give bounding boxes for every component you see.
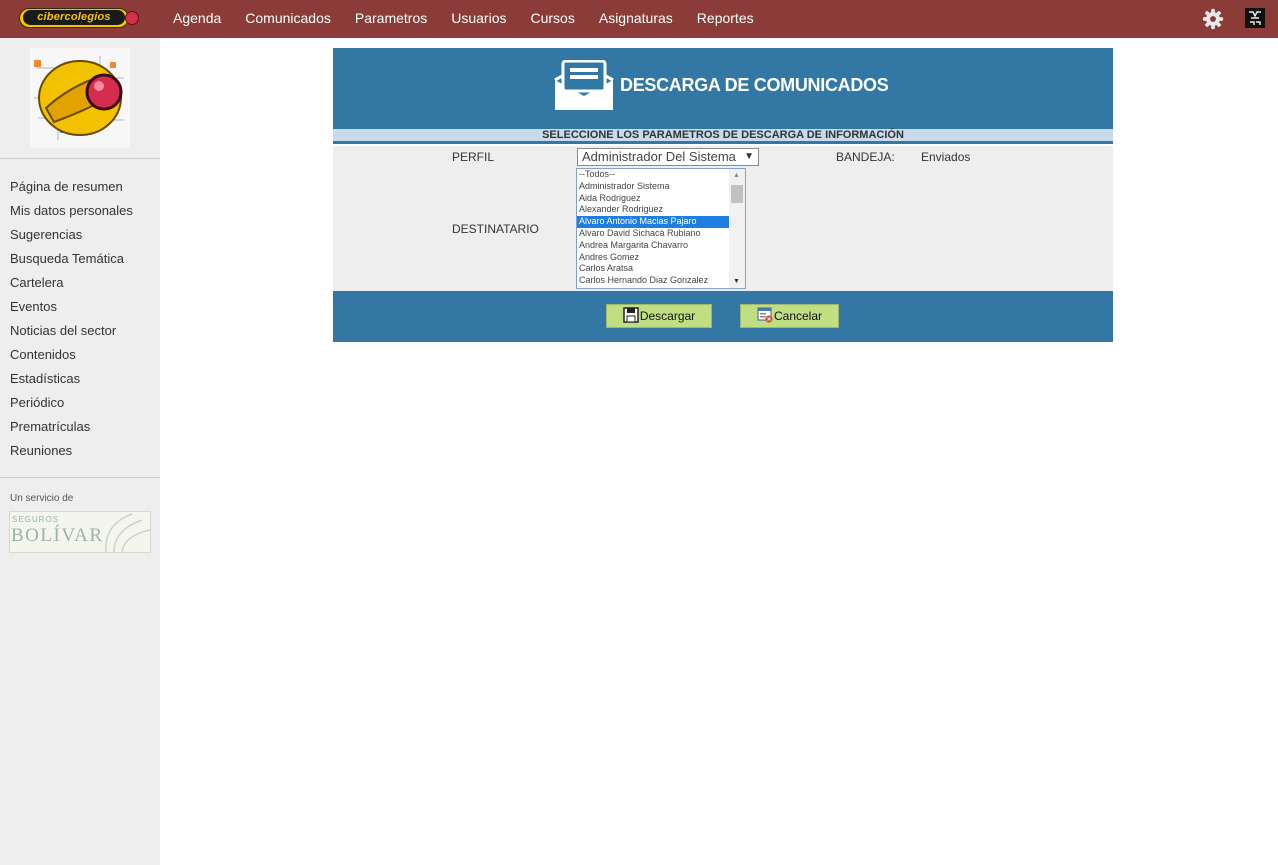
destinatario-option-selected[interactable]: Alvaro Antonio Macias Pajaro	[577, 216, 729, 228]
destinatario-option[interactable]: Carlos Aratsa	[577, 263, 729, 275]
logo-text: cibercolegios	[23, 10, 125, 25]
sidebar-item-busqueda[interactable]: Busqueda Temática	[10, 247, 155, 271]
sidebar-item-periodico[interactable]: Periódico	[10, 391, 155, 415]
nav-item-comunicados[interactable]: Comunicados	[233, 0, 343, 38]
sidebar-item-eventos[interactable]: Eventos	[10, 295, 155, 319]
sidebar-item-datos-personales[interactable]: Mis datos personales	[10, 199, 155, 223]
bandeja-value: Enviados	[921, 150, 971, 164]
sidebar-item-noticias[interactable]: Noticias del sector	[10, 319, 155, 343]
nav-item-reportes[interactable]: Reportes	[685, 0, 766, 38]
sidebar-divider	[0, 158, 160, 159]
destinatario-option[interactable]: Carlos Hernando Diaz Gonzalez	[577, 275, 729, 287]
nav-item-cursos[interactable]: Cursos	[519, 0, 587, 38]
sidebar-divider	[0, 477, 160, 478]
envelope-icon	[554, 60, 614, 110]
nav-item-parametros[interactable]: Parametros	[343, 0, 439, 38]
parameters-heading: SELECCIONE LOS PARAMETROS DE DESCARGA DE…	[542, 129, 904, 141]
service-label: Un servicio de	[10, 493, 74, 504]
floppy-disk-icon	[623, 307, 639, 323]
cancel-button[interactable]: Cancelar	[740, 304, 839, 328]
panel-footer: Descargar Cancelar	[333, 291, 1113, 342]
download-button[interactable]: Descargar	[606, 304, 712, 328]
sidebar-item-prematriculas[interactable]: Prematrículas	[10, 415, 155, 439]
download-panel: DESCARGA DE COMUNICADOS SELECCIONE LOS P…	[333, 48, 1113, 342]
listbox-scrollbar[interactable]: ▲ ▼	[729, 169, 745, 288]
sponsor-big-text: BOLÍVAR	[11, 525, 104, 546]
destinatario-option[interactable]: Aida Rodriguez	[577, 193, 729, 205]
destinatario-label: DESTINATARIO	[452, 222, 539, 236]
perfil-select[interactable]: Administrador Del Sistema ▼	[577, 148, 759, 166]
sidebar-item-estadisticas[interactable]: Estadísticas	[10, 367, 155, 391]
panel-header: DESCARGA DE COMUNICADOS	[333, 48, 1113, 129]
top-navbar: cibercolegios Agenda Comunicados Paramet…	[0, 0, 1278, 38]
seguros-bolivar-logo[interactable]: SEGUROS BOLÍVAR	[9, 511, 151, 553]
nav-item-usuarios[interactable]: Usuarios	[439, 0, 518, 38]
gear-icon[interactable]	[1202, 8, 1224, 30]
cancel-button-label: Cancelar	[773, 309, 823, 323]
destinatario-option[interactable]: Andres Gomez	[577, 252, 729, 264]
school-logo	[30, 48, 130, 148]
download-form: PERFIL Administrador Del Sistema ▼ BANDE…	[333, 146, 1113, 291]
destinatario-options: --Todos-- Administrador Sistema Aida Rod…	[577, 169, 729, 287]
logo-ball-icon	[125, 11, 139, 25]
sponsor-small-text: SEGUROS	[12, 515, 60, 524]
cancel-form-icon	[757, 307, 773, 323]
destinatario-option[interactable]: --Todos--	[577, 169, 729, 181]
sidebar-item-resumen[interactable]: Página de resumen	[10, 175, 155, 199]
destinatario-option[interactable]: Alexander Rodriguez	[577, 204, 729, 216]
sidebar-menu: Página de resumen Mis datos personales S…	[10, 175, 155, 463]
destinatario-listbox[interactable]: --Todos-- Administrador Sistema Aida Rod…	[576, 168, 746, 289]
scroll-down-icon[interactable]: ▼	[733, 278, 740, 285]
scroll-up-icon[interactable]: ▲	[733, 172, 740, 179]
parameters-bar: SELECCIONE LOS PARAMETROS DE DESCARGA DE…	[333, 129, 1113, 144]
cibercolegios-logo[interactable]: cibercolegios	[19, 8, 141, 28]
main-nav: Agenda Comunicados Parametros Usuarios C…	[161, 0, 766, 38]
bandeja-label: BANDEJA:	[836, 150, 895, 164]
sidebar: Página de resumen Mis datos personales S…	[0, 38, 160, 865]
destinatario-option[interactable]: Alvaro David Sichacá Rubiano	[577, 228, 729, 240]
user-avatar-icon[interactable]	[1245, 8, 1265, 28]
nav-item-agenda[interactable]: Agenda	[161, 0, 233, 38]
perfil-label: PERFIL	[452, 150, 495, 164]
download-button-label: Descargar	[639, 309, 696, 323]
destinatario-option[interactable]: Administrador Sistema	[577, 181, 729, 193]
sidebar-item-sugerencias[interactable]: Sugerencias	[10, 223, 155, 247]
perfil-selected-value: Administrador Del Sistema	[582, 149, 736, 164]
nav-item-asignaturas[interactable]: Asignaturas	[587, 0, 685, 38]
destinatario-option[interactable]: Andrea Margarita Chavarro	[577, 240, 729, 252]
page-title: DESCARGA DE COMUNICADOS	[620, 75, 889, 95]
sidebar-item-cartelera[interactable]: Cartelera	[10, 271, 155, 295]
scrollbar-thumb[interactable]	[731, 185, 743, 203]
sidebar-item-reuniones[interactable]: Reuniones	[10, 439, 155, 463]
chevron-down-icon: ▼	[744, 151, 754, 162]
sidebar-item-contenidos[interactable]: Contenidos	[10, 343, 155, 367]
